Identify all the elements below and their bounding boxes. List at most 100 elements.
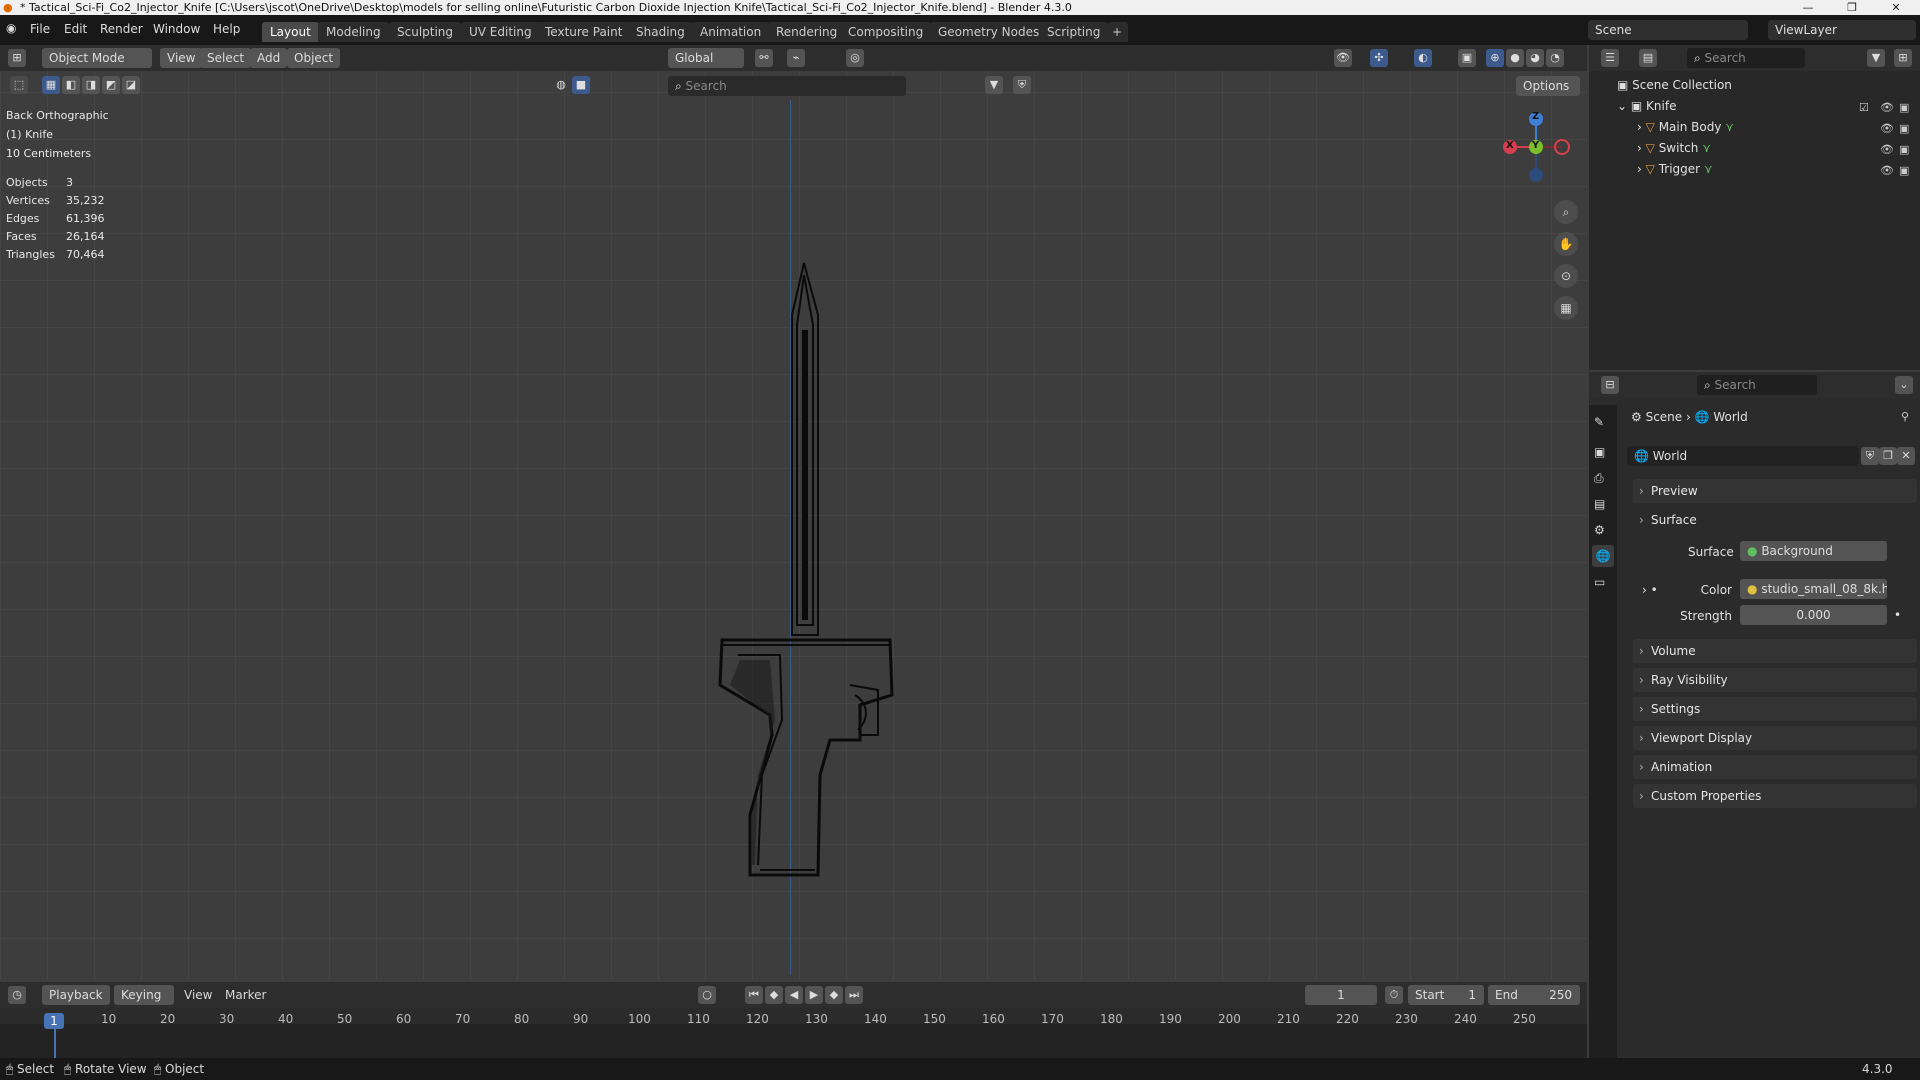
select-extend-icon[interactable]: ◧ [62,76,80,94]
panel-preview[interactable]: Preview [1633,479,1917,503]
unlink-icon[interactable]: ✕ [1897,447,1915,465]
knife-wireframe[interactable] [700,215,900,895]
solid-shading-icon[interactable]: ● [1506,49,1524,67]
select-menu[interactable]: Select [200,48,252,68]
menu-edit[interactable]: Edit [64,22,87,36]
proportional-edit-icon[interactable]: ◎ [846,49,864,67]
camera-icon[interactable]: ▣ [1899,101,1909,114]
panel-animation[interactable]: Animation [1633,755,1917,779]
scene-tab-icon[interactable]: ⚙ [1594,523,1605,537]
select-invert-icon[interactable]: ◩ [102,76,120,94]
play-icon[interactable]: ▶ [805,986,823,1004]
shield-icon[interactable]: ⛨ [1013,76,1031,94]
select-tool-icon[interactable]: ⬚ [10,76,28,94]
eye-icon[interactable]: 👁 [1880,101,1894,114]
select-box-icon[interactable]: ▦ [42,76,60,94]
filter-mesh-icon[interactable]: ■ [572,76,590,94]
output-tab-icon[interactable]: ⎙ [1594,471,1604,486]
panel-volume[interactable]: Volume [1633,639,1917,663]
camera-icon[interactable]: ▣ [1899,143,1909,156]
ortho-grid-icon[interactable]: ▦ [1554,296,1578,320]
fake-user-icon[interactable]: ⛨ [1861,447,1879,465]
panel-custom-properties[interactable]: Custom Properties [1633,784,1917,808]
zoom-icon[interactable]: ⌕ [1554,200,1578,224]
world-tab-icon[interactable]: 🌐 [1592,545,1614,567]
playback-menu[interactable]: Playback [42,985,110,1005]
material-shading-icon[interactable]: ◕ [1526,49,1544,67]
viewport-search-input[interactable]: ⌕ Search [668,76,906,96]
auto-key-icon[interactable]: ○ [698,986,716,1004]
view-menu[interactable]: View [160,48,203,68]
object-menu[interactable]: Object [287,48,341,68]
display-mode-icon[interactable]: ▤ [1639,49,1657,67]
world-datablock-field[interactable]: 🌐 World [1627,446,1859,466]
add-menu[interactable]: Add [250,48,288,68]
outliner-filter-icon[interactable]: ▼ [1867,49,1885,67]
scene-selector[interactable]: Scene [1588,20,1748,40]
tab-shading[interactable]: Shading [628,22,693,42]
menu-file[interactable]: File [30,22,50,36]
tab-animation[interactable]: Animation [692,22,770,42]
wireframe-shading-icon[interactable]: ⊕ [1486,49,1504,67]
strength-field[interactable]: 0.000 [1740,605,1887,625]
playhead-line[interactable] [54,1024,56,1058]
properties-options-icon[interactable]: ⌄ [1895,376,1913,394]
current-frame-field[interactable]: 1 [1305,985,1377,1005]
new-collection-icon[interactable]: ⊞ [1894,49,1912,67]
overlay-toggle-icon[interactable]: ◐ [1414,49,1432,67]
expand-color-icon[interactable]: › • [1642,583,1658,597]
play-reverse-icon[interactable]: ◀ [785,986,803,1004]
prev-key-icon[interactable]: ◆ [765,986,783,1004]
keyframe-dot-icon[interactable]: • [1894,608,1901,622]
outliner-search-input[interactable]: ⌕ Search [1687,48,1805,68]
tab-sculpting[interactable]: Sculpting [389,22,462,42]
render-tab-icon[interactable]: ▣ [1594,445,1605,459]
tab-scripting[interactable]: Scripting [1039,22,1109,42]
checkbox-icon[interactable]: ☑ [1859,101,1869,114]
options-dropdown[interactable]: Options [1516,76,1580,96]
outliner-editor-icon[interactable]: ☰ [1601,49,1619,67]
surface-shader-field[interactable]: ● Background [1740,541,1887,561]
panel-surface[interactable]: Surface [1633,508,1917,532]
properties-search-input[interactable]: ⌕ Search [1697,375,1817,395]
viewlayer-selector[interactable]: ViewLayer [1768,20,1916,40]
tab-uv-editing[interactable]: UV Editing [461,22,540,42]
collection-knife-item[interactable]: ⌄ ▣ Knife [1617,99,1676,113]
tab-layout[interactable]: Layout [262,22,319,42]
camera-icon[interactable]: ▣ [1899,122,1909,135]
camera-icon[interactable]: ▣ [1899,164,1909,177]
timeline-view-menu[interactable]: View [184,988,212,1002]
eye-icon[interactable]: 👁 [1880,143,1894,156]
next-key-icon[interactable]: ◆ [825,986,843,1004]
keying-menu[interactable]: Keying [114,985,174,1005]
jump-end-icon[interactable]: ⏭ [845,986,863,1004]
editor-type-icon[interactable]: ⊞ [8,49,26,67]
jump-start-icon[interactable]: ⏮ [745,986,763,1004]
eye-icon[interactable]: 👁 [1880,122,1894,135]
menu-help[interactable]: Help [213,22,240,36]
close-icon[interactable]: ✕ [1876,0,1916,15]
pivot-icon[interactable]: ⚯ [755,49,773,67]
rendered-shading-icon[interactable]: ◔ [1546,49,1564,67]
tab-rendering[interactable]: Rendering [768,22,846,42]
select-intersect-icon[interactable]: ◪ [122,76,140,94]
panel-ray-visibility[interactable]: Ray Visibility [1633,668,1917,692]
start-frame-field[interactable]: Start 1 [1408,985,1484,1005]
visibility-icon[interactable]: 👁 [1334,49,1352,67]
minimize-icon[interactable]: — [1788,0,1828,15]
collection-tab-icon[interactable]: ▭ [1594,575,1605,589]
view-layer-tab-icon[interactable]: ▤ [1594,497,1605,511]
tab-modeling[interactable]: Modeling [318,22,389,42]
timeline-marker-menu[interactable]: Marker [225,988,266,1002]
duplicate-icon[interactable]: ❐ [1879,447,1897,465]
xray-icon[interactable]: ▣ [1458,49,1476,67]
panel-settings[interactable]: Settings [1633,697,1917,721]
tab-compositing[interactable]: Compositing [840,22,932,42]
outliner-item-trigger[interactable]: › ▽ Trigger ⋎ [1637,162,1713,176]
menu-window[interactable]: Window [153,22,200,36]
orientation-dropdown[interactable]: Global [668,48,744,68]
filter-icon[interactable]: ▼ [985,76,1003,94]
camera-view-icon[interactable]: ⊙ [1554,264,1578,288]
tab-geometry-nodes[interactable]: Geometry Nodes [930,22,1048,42]
scene-collection-item[interactable]: ▣ Scene Collection [1617,78,1732,92]
